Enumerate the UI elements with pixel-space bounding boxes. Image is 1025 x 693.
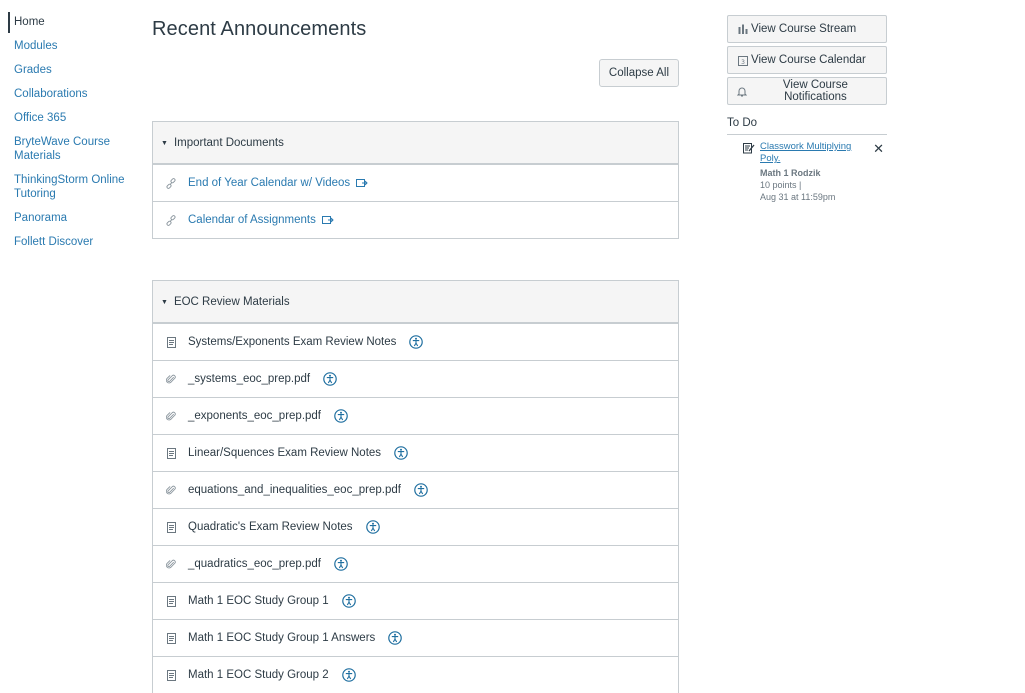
module-item-title[interactable]: Math 1 EOC Study Group 1 Answers — [188, 632, 375, 644]
module-item: Systems/Exponents Exam Review Notes — [153, 323, 678, 360]
module-item-title[interactable]: Calendar of Assignments — [188, 214, 316, 226]
accessibility-icon[interactable] — [414, 483, 428, 497]
view-course-calendar-button[interactable]: 3 View Course Calendar — [727, 46, 887, 74]
nav-grades[interactable]: Grades — [8, 60, 133, 81]
accessibility-icon[interactable] — [409, 335, 424, 349]
module-item: Math 1 EOC Study Group 1 Answers — [153, 619, 678, 656]
bell-icon — [737, 86, 748, 97]
bar-chart-icon — [737, 24, 748, 35]
module-item-title[interactable]: equations_and_inequalities_eoc_prep.pdf — [188, 484, 401, 496]
module-item: Quadratic's Exam Review Notes — [153, 508, 678, 545]
todo-heading: To Do — [727, 117, 887, 135]
module-item-title[interactable]: Quadratic's Exam Review Notes — [188, 521, 353, 533]
accessibility-icon[interactable] — [334, 557, 348, 571]
module-item: Linear/Squences Exam Review Notes — [153, 434, 678, 471]
course-navigation: Home Modules Grades Collaborations Offic… — [8, 12, 133, 256]
attachment-icon — [166, 411, 176, 422]
caret-down-icon: ▼ — [161, 298, 168, 306]
accessibility-icon[interactable] — [341, 594, 356, 608]
button-label: View Course Calendar — [751, 54, 866, 66]
module-header[interactable]: ▼ EOC Review Materials — [153, 281, 678, 323]
nav-panorama[interactable]: Panorama — [8, 208, 133, 229]
nav-brytewave[interactable]: BryteWave Course Materials — [8, 132, 133, 167]
nav-home[interactable]: Home — [8, 12, 133, 33]
module-item-title[interactable]: End of Year Calendar w/ Videos — [188, 177, 350, 189]
accessibility-icon[interactable] — [323, 372, 337, 386]
module-item-title[interactable]: _systems_eoc_prep.pdf — [188, 373, 310, 385]
page-title: Recent Announcements — [152, 18, 367, 40]
right-sidebar: View Course Stream 3 View Course Calenda… — [727, 15, 887, 203]
external-link-icon[interactable] — [356, 178, 368, 188]
module-item: Calendar of Assignments — [153, 201, 678, 238]
module-item-title[interactable]: Linear/Squences Exam Review Notes — [188, 447, 381, 459]
caret-down-icon: ▼ — [161, 139, 168, 147]
accessibility-icon[interactable] — [388, 631, 403, 645]
attachment-icon — [166, 374, 176, 385]
module-item: Math 1 EOC Study Group 2 — [153, 656, 678, 693]
nav-collaborations[interactable]: Collaborations — [8, 84, 133, 105]
nav-follett-discover[interactable]: Follett Discover — [8, 232, 133, 253]
module-item-title[interactable]: _exponents_eoc_prep.pdf — [188, 410, 321, 422]
button-label: View Course Notifications — [782, 79, 848, 103]
module-item: End of Year Calendar w/ Videos — [153, 164, 678, 201]
page-icon — [166, 447, 176, 459]
accessibility-icon[interactable] — [341, 668, 356, 682]
attachment-icon — [166, 485, 176, 496]
module-eoc-review-materials: ▼ EOC Review Materials Systems/Exponents… — [152, 280, 679, 693]
module-header[interactable]: ▼ Important Documents — [153, 122, 678, 164]
module-item: _exponents_eoc_prep.pdf — [153, 397, 678, 434]
collapse-all-button[interactable]: Collapse All — [598, 59, 679, 87]
accessibility-icon[interactable] — [365, 520, 380, 534]
todo-assignment-link[interactable]: Classwork Multiplying Poly. — [760, 141, 860, 165]
assignment-icon — [743, 142, 755, 157]
module-title: Important Documents — [173, 136, 284, 149]
module-item: equations_and_inequalities_eoc_prep.pdf — [153, 471, 678, 508]
link-icon — [166, 177, 176, 189]
todo-item: Classwork Multiplying Poly. Math 1 Rodzi… — [727, 141, 887, 203]
accessibility-icon[interactable] — [394, 446, 408, 460]
view-course-stream-button[interactable]: View Course Stream — [727, 15, 887, 43]
accessibility-icon[interactable] — [334, 409, 348, 423]
page-icon — [166, 595, 176, 607]
nav-modules[interactable]: Modules — [8, 36, 133, 57]
button-label: View Course Stream — [751, 23, 857, 35]
calendar-icon: 3 — [737, 55, 748, 66]
todo-course: Math 1 Rodzik — [760, 168, 821, 178]
page-icon — [166, 521, 176, 533]
module-item-title[interactable]: Math 1 EOC Study Group 1 — [188, 595, 329, 607]
nav-thinkingstorm[interactable]: ThinkingStorm Online Tutoring — [8, 170, 133, 205]
link-icon — [166, 214, 176, 226]
nav-office-365[interactable]: Office 365 — [8, 108, 133, 129]
attachment-icon — [166, 559, 176, 570]
module-item: _systems_eoc_prep.pdf — [153, 360, 678, 397]
todo-due-date: Aug 31 at 11:59pm — [760, 192, 836, 202]
module-important-documents: ▼ Important Documents End of Year Calend… — [152, 121, 679, 239]
module-item-title[interactable]: Systems/Exponents Exam Review Notes — [188, 336, 396, 348]
close-icon[interactable]: ✕ — [873, 142, 884, 155]
module-item-title[interactable]: _quadratics_eoc_prep.pdf — [188, 558, 321, 570]
module-item: _quadratics_eoc_prep.pdf — [153, 545, 678, 582]
module-title: EOC Review Materials — [173, 295, 290, 308]
svg-text:3: 3 — [741, 59, 745, 66]
module-item: Math 1 EOC Study Group 1 — [153, 582, 678, 619]
page-icon — [166, 336, 176, 348]
page-icon — [166, 632, 176, 644]
module-item-title[interactable]: Math 1 EOC Study Group 2 — [188, 669, 329, 681]
view-course-notifications-button[interactable]: View Course Notifications — [727, 77, 887, 105]
main-content: Recent Announcements Collapse All ▼ Impo… — [152, 0, 679, 693]
external-link-icon[interactable] — [321, 215, 334, 225]
todo-points: 10 points | — [760, 180, 802, 190]
